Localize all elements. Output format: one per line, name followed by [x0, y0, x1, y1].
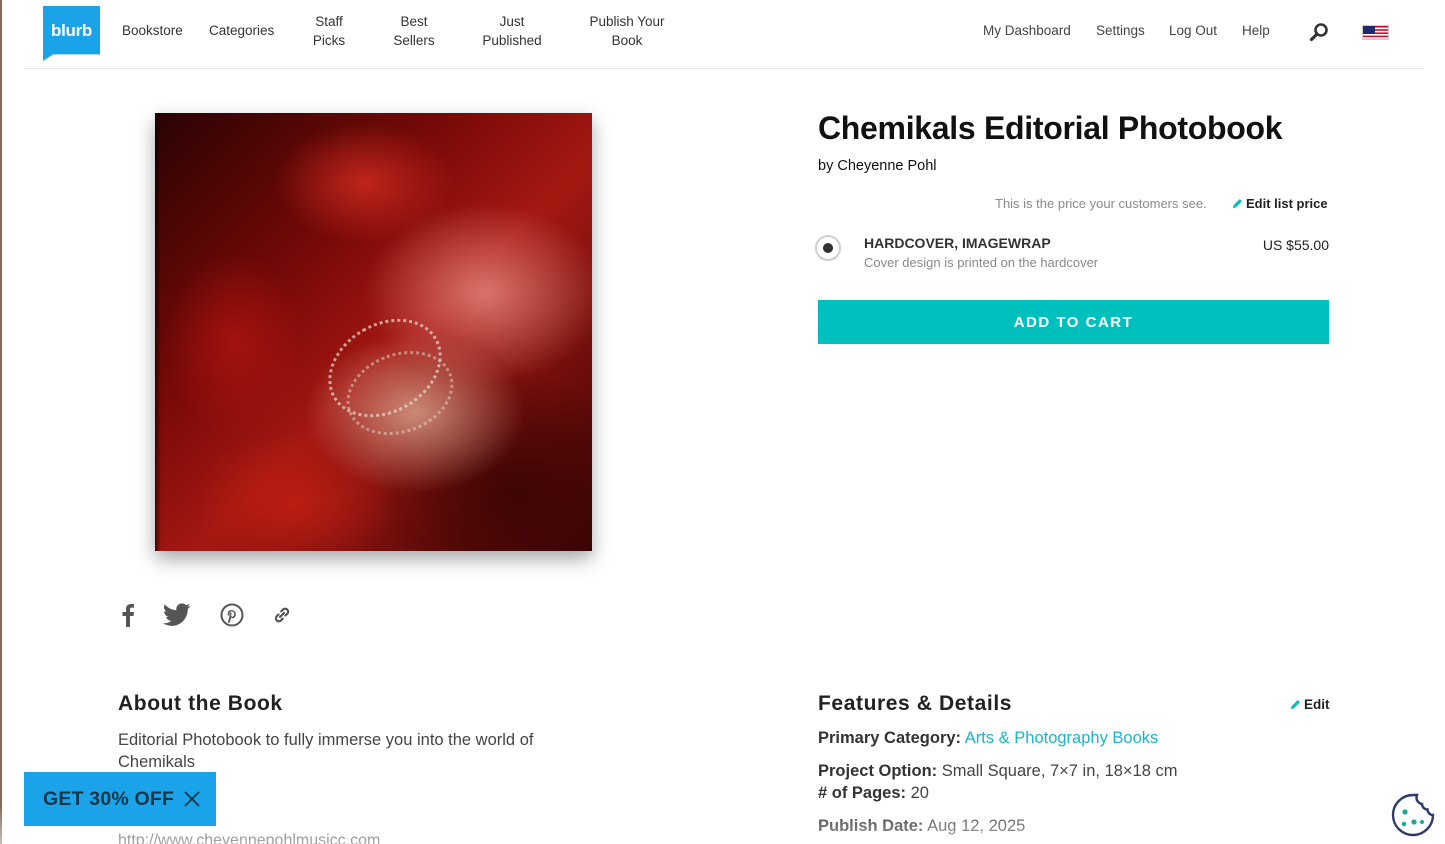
- facebook-icon[interactable]: [114, 600, 142, 630]
- format-radio[interactable]: [815, 235, 841, 261]
- nav-staff-picks[interactable]: Staff Picks: [304, 12, 354, 50]
- twitter-icon[interactable]: [163, 600, 191, 630]
- price-note: This is the price your customers see.: [995, 196, 1207, 211]
- site-header: blurb Bookstore Categories Staff Picks B…: [24, 0, 1424, 69]
- nav-just-published[interactable]: Just Published: [476, 12, 548, 50]
- website-link[interactable]: http://www.cheyennepohlmusicc.com: [118, 832, 380, 844]
- nav-categories[interactable]: Categories: [209, 21, 274, 40]
- nav-label-line2: Picks: [312, 33, 346, 48]
- edit-features-label: Edit: [1304, 697, 1330, 712]
- nav-label-line1: Staff: [315, 14, 343, 29]
- features-heading: Features & Details: [818, 692, 1013, 715]
- nav-best-sellers[interactable]: Best Sellers: [386, 12, 442, 50]
- detail-pages: # of Pages: 20: [818, 784, 929, 803]
- book-cover-image[interactable]: [155, 113, 592, 551]
- detail-label: Primary Category:: [818, 729, 962, 747]
- nav-label-line1: Just: [499, 14, 525, 29]
- about-heading: About the Book: [118, 692, 283, 715]
- promo-banner[interactable]: GET 30% OFF: [24, 772, 216, 826]
- edit-list-price-label: Edit list price: [1246, 196, 1328, 211]
- nav-my-dashboard[interactable]: My Dashboard: [983, 23, 1071, 38]
- detail-project-option: Project Option: Small Square, 7×7 in, 18…: [818, 762, 1178, 781]
- nav-label-line2: Book: [611, 33, 643, 48]
- nav-label: Bookstore: [122, 23, 183, 38]
- pencil-icon: [1290, 700, 1300, 710]
- category-link[interactable]: Arts & Photography Books: [965, 729, 1159, 747]
- window-edge: [0, 0, 2, 844]
- nav-label-line1: Publish Your: [589, 14, 665, 29]
- detail-label: Project Option:: [818, 762, 938, 780]
- us-flag-icon[interactable]: [1362, 25, 1389, 40]
- detail-label: # of Pages:: [818, 784, 907, 802]
- nav-publish-your-book[interactable]: Publish Your Book: [584, 12, 670, 50]
- edit-list-price-link[interactable]: Edit list price: [1232, 196, 1328, 211]
- nav-help[interactable]: Help: [1242, 23, 1270, 38]
- close-icon[interactable]: [183, 790, 201, 808]
- detail-label: Publish Date:: [818, 817, 924, 835]
- detail-publish-date: Publish Date: Aug 12, 2025: [818, 817, 1025, 836]
- about-text: Editorial Photobook to fully immerse you…: [118, 731, 534, 771]
- pencil-icon: [1232, 199, 1242, 209]
- pinterest-icon[interactable]: [218, 600, 246, 630]
- detail-primary-category: Primary Category: Arts & Photography Boo…: [818, 729, 1158, 748]
- cookie-icon[interactable]: [1390, 792, 1436, 838]
- promo-label[interactable]: GET 30% OFF: [43, 788, 174, 811]
- radio-selected-dot: [823, 243, 833, 253]
- nav-label-line2: Published: [482, 33, 542, 48]
- format-title: HARDCOVER, IMAGEWRAP: [864, 235, 1051, 251]
- detail-value: Small Square, 7×7 in, 18×18 cm: [941, 762, 1178, 780]
- detail-value: Aug 12, 2025: [927, 817, 1026, 835]
- nav-bookstore[interactable]: Bookstore: [122, 21, 183, 40]
- format-subtitle: Cover design is printed on the hardcover: [864, 255, 1099, 270]
- book-title: Chemikals Editorial Photobook: [818, 110, 1283, 146]
- logo-text: blurb: [51, 20, 92, 40]
- add-to-cart-button[interactable]: ADD TO CART: [818, 300, 1329, 344]
- nav-log-out[interactable]: Log Out: [1169, 23, 1217, 38]
- link-icon[interactable]: [268, 600, 296, 630]
- nav-label: Categories: [209, 23, 275, 38]
- blurb-logo[interactable]: blurb: [43, 6, 100, 61]
- detail-value: 20: [910, 784, 929, 802]
- nav-label-line2: Sellers: [393, 33, 435, 48]
- book-author[interactable]: by Cheyenne Pohl: [818, 158, 937, 174]
- nav-label-line1: Best: [400, 14, 428, 29]
- edit-features-link[interactable]: Edit: [1290, 697, 1330, 712]
- search-icon[interactable]: [1309, 22, 1329, 42]
- nav-settings[interactable]: Settings: [1096, 23, 1145, 38]
- format-price: US $55.00: [1262, 237, 1329, 253]
